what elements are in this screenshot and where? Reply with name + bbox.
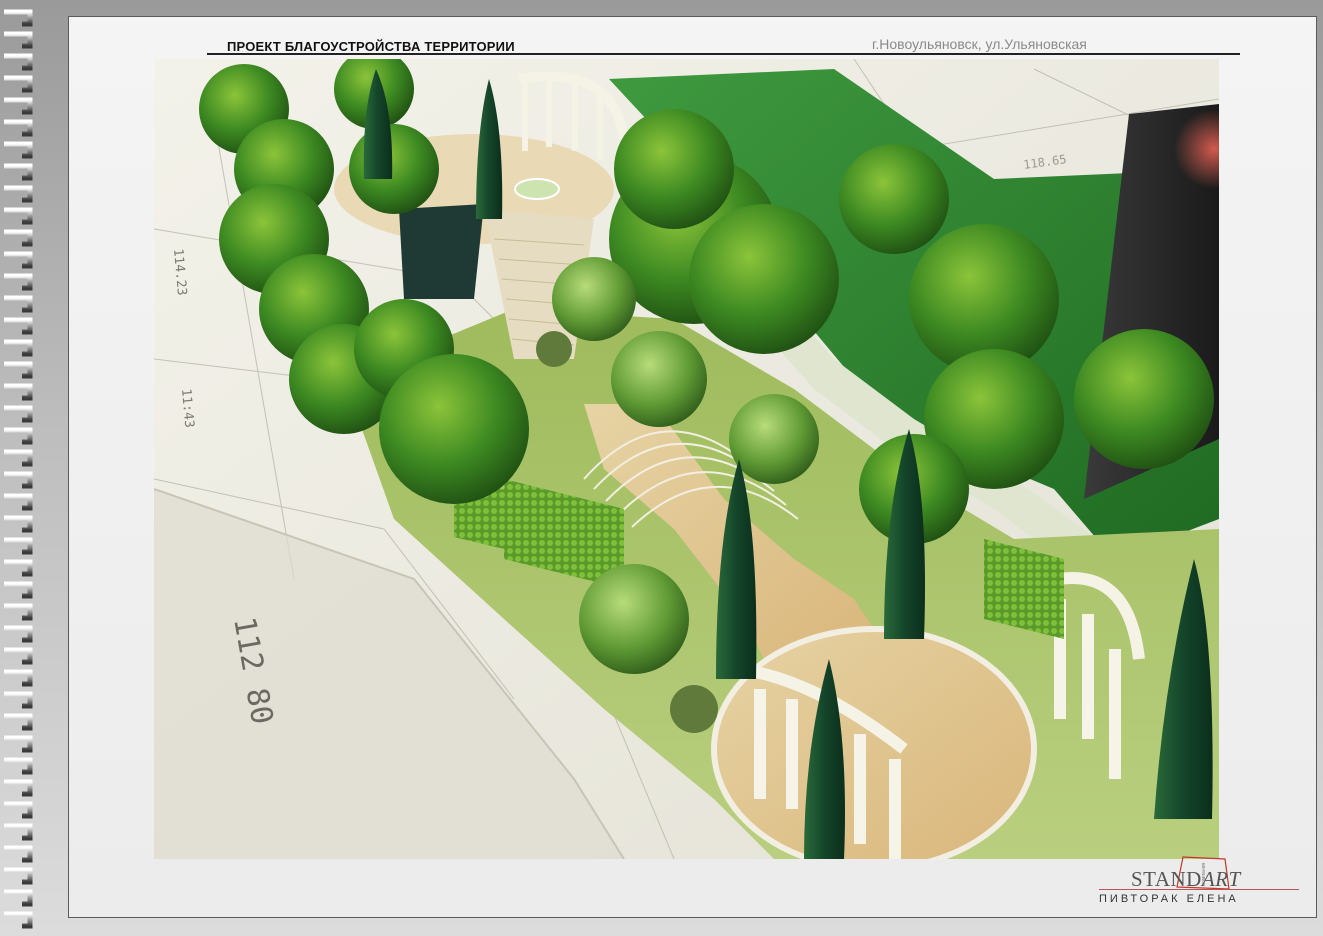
- project-address: г.Новоульяновск, ул.Ульяновская: [872, 36, 1087, 52]
- binding-ring: [4, 383, 33, 401]
- binding-ring: [4, 867, 33, 885]
- binding-ring: [4, 493, 33, 511]
- binding-ring: [4, 251, 33, 269]
- binding-ring: [4, 515, 33, 533]
- shrub: [536, 331, 572, 367]
- binding-ring: [4, 889, 33, 907]
- binding-ring: [4, 53, 33, 71]
- binding-ring: [4, 581, 33, 599]
- binding-ring: [4, 427, 33, 445]
- binding-ring: [4, 911, 33, 929]
- logo-company-sub: компания: [1201, 862, 1208, 886]
- binding-ring: [4, 207, 33, 225]
- binding-ring: [4, 691, 33, 709]
- binding-ring: [4, 31, 33, 49]
- logo-word-main: STAND: [1131, 867, 1202, 891]
- binding-ring: [4, 647, 33, 665]
- binding-ring: [4, 603, 33, 621]
- company-logo: STANDART компания ПИВТОРАК ЕЛЕНА: [1099, 851, 1309, 911]
- binding-ring: [4, 449, 33, 467]
- binding-ring: [4, 317, 33, 335]
- binding-ring: [4, 713, 33, 731]
- page: ПРОЕКТ БЛАГОУСТРОЙСТВА ТЕРРИТОРИИ г.Ново…: [0, 0, 1323, 936]
- binding-ring: [4, 141, 33, 159]
- binding-ring: [4, 97, 33, 115]
- binding-ring: [4, 361, 33, 379]
- binding-ring: [4, 405, 33, 423]
- binding-ring: [4, 273, 33, 291]
- binding-ring: [4, 229, 33, 247]
- binding-ring: [4, 185, 33, 203]
- binding-ring: [4, 471, 33, 489]
- spiral-binding: [4, 9, 33, 929]
- binding-ring: [4, 339, 33, 357]
- logo-underline: [1099, 889, 1299, 890]
- binding-ring: [4, 163, 33, 181]
- binding-ring: [4, 295, 33, 313]
- author-name: ПИВТОРАК ЕЛЕНА: [1099, 893, 1239, 905]
- binding-ring: [4, 757, 33, 775]
- binding-ring: [4, 845, 33, 863]
- binding-ring: [4, 75, 33, 93]
- binding-ring: [4, 669, 33, 687]
- binding-ring: [4, 801, 33, 819]
- binding-ring: [4, 559, 33, 577]
- landscape-render: 112 80 114.23 11:43 118.65: [154, 59, 1219, 859]
- binding-ring: [4, 119, 33, 137]
- logo-word-accent: ART: [1201, 867, 1241, 891]
- project-title: ПРОЕКТ БЛАГОУСТРОЙСТВА ТЕРРИТОРИИ: [227, 39, 515, 54]
- binding-ring: [4, 9, 33, 27]
- binding-ring: [4, 625, 33, 643]
- binding-ring: [4, 537, 33, 555]
- header-rule: [207, 53, 1240, 55]
- binding-ring: [4, 735, 33, 753]
- fountain-basin: [514, 178, 560, 200]
- shrub: [670, 685, 718, 733]
- binding-ring: [4, 823, 33, 841]
- fountain-pool: [399, 204, 484, 299]
- binding-ring: [4, 779, 33, 797]
- presentation-sheet: ПРОЕКТ БЛАГОУСТРОЙСТВА ТЕРРИТОРИИ г.Ново…: [68, 16, 1317, 918]
- render-illustration: 112 80 114.23 11:43 118.65: [154, 59, 1219, 859]
